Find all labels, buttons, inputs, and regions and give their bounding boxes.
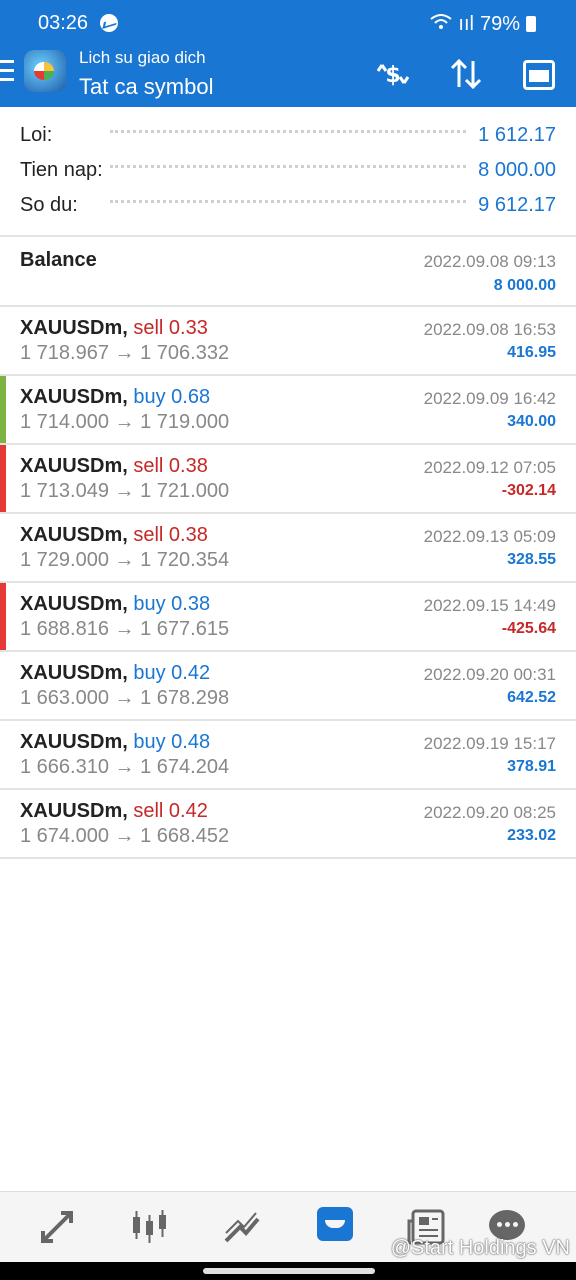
signal-icon: ııl [458,12,474,35]
result-marker [0,307,6,374]
deal-profit: 328.55 [507,551,556,568]
header-subtitle: Lich su giao dich [79,48,206,67]
deal-prices: 1 688.816 → 1 677.615 [20,618,230,640]
summary-value: 9 612.17 [478,194,556,216]
result-marker [0,652,6,719]
deal-profit: 642.52 [507,689,556,706]
balance-row[interactable]: Balance 2022.09.08 09:13 8 000.00 [0,237,576,305]
result-marker [0,376,6,443]
deal-date: 2022.09.08 16:53 [423,320,556,339]
deal-profit: -425.64 [501,620,556,637]
watermark: @Start Holdings VN [390,1237,570,1259]
deal-side: sell 0.33 [133,317,208,339]
deal-row[interactable]: XAUUSDm, buy 0.38 1 688.816 → 1 677.615 20… [0,583,576,652]
deal-symbol: XAUUSDm, buy 0.38 [20,593,211,615]
deal-row[interactable]: XAUUSDm, buy 0.48 1 666.310 → 1 674.204 20… [0,721,576,790]
deal-date: 2022.09.20 00:31 [423,665,556,684]
deal-profit: 378.91 [507,758,556,775]
deal-side: buy 0.38 [133,593,211,615]
header-titles: Lich su giao dich Tat ca symbol [79,48,214,100]
balance-date: 2022.09.08 09:13 [423,252,556,271]
symbol-filter[interactable]: Tat ca symbol [79,74,214,100]
deal-row[interactable]: XAUUSDm, sell 0.38 1 729.000 → 1 720.354 2… [0,514,576,583]
result-marker [0,721,6,788]
deal-prices: 1 714.000 → 1 719.000 [20,411,230,433]
summary-label: Loi: [20,124,53,146]
deal-side: sell 0.38 [133,455,208,477]
deal-prices: 1 674.000 → 1 668.452 [20,825,230,847]
deal-profit: 340.00 [507,413,556,430]
battery-icon [526,16,536,32]
deal-row[interactable]: XAUUSDm, buy 0.68 1 714.000 → 1 719.000 20… [0,376,576,445]
summary-label: So du: [20,194,78,216]
deal-symbol: XAUUSDm, buy 0.48 [20,731,211,753]
result-marker [0,445,6,512]
status-bar: 03:26 ııl 79% [38,10,536,38]
deal-prices: 1 729.000 → 1 720.354 [20,549,230,571]
top-app-bar: 03:26 ııl 79% Lich su giao dich Tat ca s… [0,0,576,107]
history-icon[interactable] [317,1207,353,1241]
summary-balance: So du: 9 612.17 [0,188,576,223]
summary-panel: Loi: 1 612.17 Tien nap: 8 000.00 So du: … [0,118,576,223]
app-logo [24,50,66,92]
deal-side: buy 0.42 [133,662,211,684]
deal-row[interactable]: XAUUSDm, sell 0.38 1 713.049 → 1 721.000 2… [0,445,576,514]
result-marker [0,583,6,650]
deal-symbol: XAUUSDm, sell 0.38 [20,524,208,546]
deal-date: 2022.09.13 05:09 [423,527,556,546]
deal-profit: 416.95 [507,344,556,361]
sort-icon[interactable] [447,55,485,93]
deals-list: XAUUSDm, sell 0.33 1 718.967 → 1 706.332 2… [0,307,576,859]
home-indicator[interactable] [203,1268,375,1274]
deal-date: 2022.09.09 16:42 [423,389,556,408]
deal-symbol: XAUUSDm, sell 0.42 [20,800,208,822]
svg-text:$: $ [385,63,400,88]
status-time: 03:26 [38,12,89,34]
deal-row[interactable]: XAUUSDm, sell 0.42 1 674.000 → 1 668.452 2… [0,790,576,859]
summary-value: 8 000.00 [478,159,556,181]
summary-value: 1 612.17 [478,124,556,146]
deal-symbol: XAUUSDm, sell 0.38 [20,455,208,477]
deal-symbol: XAUUSDm, sell 0.33 [20,317,208,339]
deal-prices: 1 663.000 → 1 678.298 [20,687,230,709]
battery-label: 79% [479,12,520,35]
chat-icon[interactable] [489,1210,525,1240]
deal-row[interactable]: XAUUSDm, buy 0.42 1 663.000 → 1 678.298 20… [0,652,576,721]
deal-side: buy 0.48 [133,731,211,753]
trade-icon[interactable] [222,1207,262,1247]
summary-profit: Loi: 1 612.17 [0,118,576,153]
calendar-icon[interactable] [523,60,555,90]
deal-side: sell 0.38 [133,524,208,546]
deal-date: 2022.09.20 08:25 [423,803,556,822]
wifi-icon [430,12,453,36]
deal-symbol: XAUUSDm, buy 0.68 [20,386,211,408]
summary-deposit: Tien nap: 8 000.00 [0,153,576,188]
deal-date: 2022.09.19 15:17 [423,734,556,753]
quotes-icon[interactable] [37,1207,77,1247]
deal-symbol: XAUUSDm, buy 0.42 [20,662,211,684]
deal-profit: 233.02 [507,827,556,844]
deal-date: 2022.09.12 07:05 [423,458,556,477]
balance-amount: 8 000.00 [493,277,556,294]
menu-icon[interactable] [0,60,14,82]
messenger-icon [100,14,118,32]
deal-prices: 1 718.967 → 1 706.332 [20,342,230,364]
deal-side: sell 0.42 [133,800,208,822]
deal-side: buy 0.68 [133,386,211,408]
status-right: ııl 79% [430,12,536,36]
deposit-withdraw-icon[interactable]: $ [374,55,412,93]
balance-label: Balance [20,249,97,271]
deal-date: 2022.09.15 14:49 [423,596,556,615]
chart-icon[interactable] [129,1207,169,1247]
result-marker [0,514,6,581]
deal-prices: 1 666.310 → 1 674.204 [20,756,230,778]
deal-profit: -302.14 [501,482,556,499]
deal-prices: 1 713.049 → 1 721.000 [20,480,230,502]
result-marker [0,790,6,857]
deal-row[interactable]: XAUUSDm, sell 0.33 1 718.967 → 1 706.332 2… [0,307,576,376]
summary-label: Tien nap: [20,159,103,181]
